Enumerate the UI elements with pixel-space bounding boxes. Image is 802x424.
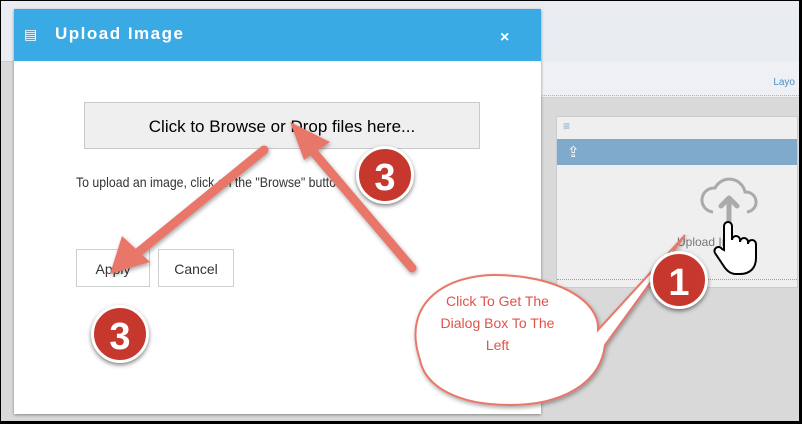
step-badge-1: 1	[650, 251, 708, 309]
upload-icon[interactable]: ⇪	[567, 143, 580, 161]
resize-handle-icon[interactable]: ⠿	[519, 397, 527, 408]
editor-toolbar	[531, 61, 799, 98]
callout-text: Click To Get The Dialog Box To The Left	[440, 293, 555, 353]
step-badge-3-bottom: 3	[91, 305, 149, 363]
step-badge-3-top: 3	[356, 146, 414, 204]
cancel-button[interactable]: Cancel	[158, 249, 234, 287]
upload-hint-text: To upload an image, click on the "Browse…	[76, 174, 347, 190]
cloud-upload-icon[interactable]	[699, 172, 759, 228]
apply-button[interactable]: Apply	[76, 249, 150, 287]
dialog-header[interactable]: ▤ Upload Image ×	[14, 9, 541, 61]
browse-dropzone-button[interactable]: Click to Browse or Drop files here...	[84, 102, 480, 149]
close-button[interactable]: ×	[500, 29, 509, 47]
document-icon: ▤	[24, 26, 38, 42]
dialog-title: Upload Image	[55, 24, 185, 43]
upload-image-label: Upload Image	[677, 235, 752, 249]
layout-tab-label[interactable]: Layo	[773, 77, 795, 88]
widget-toolbar: ⇪	[557, 139, 797, 165]
drag-handle-icon[interactable]: ≡	[563, 119, 570, 133]
